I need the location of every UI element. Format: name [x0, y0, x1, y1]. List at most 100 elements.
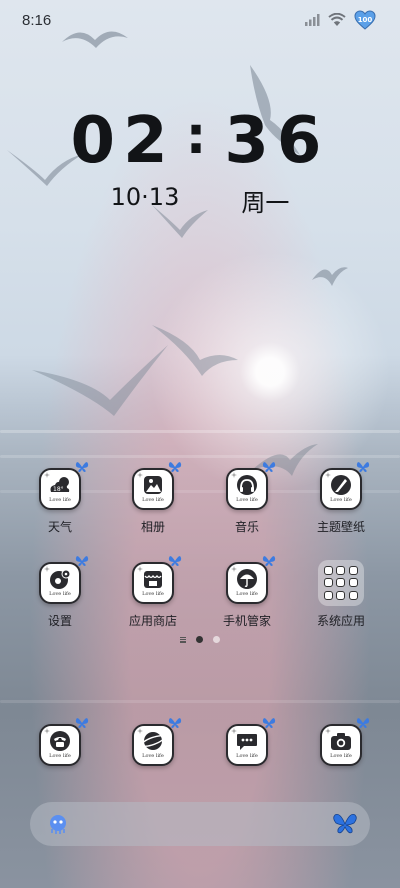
wifi-icon — [328, 13, 346, 26]
app-settings[interactable]: Love life 设置 — [22, 556, 98, 629]
wave — [0, 430, 400, 433]
folder-icon — [318, 560, 364, 606]
clock-minutes: 36 — [224, 104, 330, 178]
icon-caption: Love life — [49, 497, 71, 503]
butterfly-icon — [75, 718, 89, 728]
music-icon: Love life — [226, 462, 276, 510]
telephone-glyph — [50, 731, 70, 751]
signal-icon — [305, 14, 320, 26]
butterfly-icon — [262, 556, 276, 566]
weather-icon: 18° Love life — [39, 462, 89, 510]
butterfly-icon — [75, 462, 89, 472]
assistant-icon[interactable] — [46, 812, 70, 836]
settings-icon: Love life — [39, 556, 89, 604]
browser-icon: Love life — [132, 718, 182, 766]
app-music[interactable]: Love life 音乐 — [209, 462, 285, 535]
gallery-icon: Love life — [132, 462, 182, 510]
icon-caption: Love life — [236, 591, 258, 597]
clock-hours: 02 — [70, 104, 176, 178]
mini-app-icon — [336, 590, 346, 600]
menu-lines-icon — [180, 636, 186, 643]
page-dot[interactable] — [213, 636, 220, 643]
shop-glyph — [144, 571, 162, 588]
app-label: 相册 — [140, 520, 165, 534]
icon-caption: Love life — [142, 753, 164, 759]
mini-app-icon — [324, 578, 333, 588]
headphones-glyph — [237, 475, 257, 495]
status-icons: 100 — [304, 10, 376, 30]
lock-clock[interactable]: 02 : 36 — [0, 104, 400, 178]
butterfly-icon — [262, 462, 276, 472]
status-bar: 8:16 100 — [0, 0, 400, 40]
clock-separator: : — [185, 106, 215, 166]
seagull-decoration — [32, 345, 168, 416]
mini-app-icon — [324, 566, 333, 575]
icon-caption: Love life — [49, 753, 71, 759]
camera-glyph — [331, 733, 351, 750]
chat-glyph — [237, 734, 257, 750]
planet-glyph — [140, 732, 166, 750]
gear-glyph — [50, 569, 71, 589]
app-label: 音乐 — [234, 520, 259, 534]
app-label: 设置 — [47, 614, 72, 628]
brush-glyph — [331, 475, 351, 495]
messages-icon: Love life — [226, 718, 276, 766]
mini-app-icon — [336, 566, 346, 575]
app-label: 手机管家 — [222, 614, 271, 628]
dock-messages[interactable]: Love life — [209, 718, 285, 766]
app-phone-manager[interactable]: Love life 手机管家 — [209, 556, 285, 629]
app-store-icon: Love life — [132, 556, 182, 604]
date-row: 10·13 周一 — [0, 183, 400, 218]
phone-manager-icon: Love life — [226, 556, 276, 604]
icon-caption: Love life — [330, 497, 352, 503]
umbrella-glyph — [237, 569, 257, 589]
butterfly-icon — [356, 462, 370, 472]
butterfly-icon — [356, 718, 370, 728]
app-label: 应用商店 — [128, 614, 177, 628]
mini-app-icon — [324, 590, 333, 600]
butterfly-icon — [168, 718, 182, 728]
icon-caption: Love life — [330, 753, 352, 759]
app-label: 系统应用 — [316, 614, 365, 628]
camera-icon: Love life — [320, 718, 370, 766]
theme-icon: Love life — [320, 462, 370, 510]
mini-app-icon — [348, 590, 358, 600]
mini-app-icon — [348, 566, 358, 575]
page-indicator[interactable] — [0, 636, 400, 643]
butterfly-icon — [75, 556, 89, 566]
weather-icon-temp: 18° — [53, 486, 64, 493]
date-day: 10·13 — [110, 183, 180, 211]
app-label: 天气 — [47, 520, 72, 534]
search-bar[interactable] — [30, 802, 370, 846]
battery-level: 100 — [357, 16, 373, 24]
icon-caption: Love life — [236, 497, 258, 503]
mini-app-icon — [336, 578, 346, 588]
butterfly-icon — [168, 556, 182, 566]
app-theme[interactable]: Love life 主题壁纸 — [303, 462, 379, 535]
butterfly-icon — [168, 462, 182, 472]
seagull-decoration — [152, 325, 238, 376]
dock-camera[interactable]: Love life — [303, 718, 379, 766]
icon-caption: Love life — [236, 753, 258, 759]
app-weather[interactable]: 18° Love life 天气 — [22, 462, 98, 535]
wave — [0, 700, 400, 703]
phone-icon: Love life — [39, 718, 89, 766]
dock-browser[interactable]: Love life — [115, 718, 191, 766]
dock-phone[interactable]: Love life — [22, 718, 98, 766]
mini-app-icon — [348, 578, 358, 588]
icon-caption: Love life — [49, 591, 71, 597]
page-dot-active[interactable] — [196, 636, 203, 643]
wave — [0, 455, 400, 458]
app-store[interactable]: Love life 应用商店 — [115, 556, 191, 629]
butterfly-icon — [262, 718, 276, 728]
status-time: 8:16 — [22, 11, 52, 29]
date-weekday: 周一 — [241, 189, 290, 217]
battery-heart-icon: 100 — [354, 10, 376, 30]
icon-caption: Love life — [142, 497, 164, 503]
butterfly-icon[interactable] — [332, 813, 358, 835]
icon-caption: Love life — [142, 591, 164, 597]
mountain-glyph — [144, 476, 162, 494]
app-gallery[interactable]: Love life 相册 — [115, 462, 191, 535]
cloud-sun-glyph: 18° — [50, 477, 70, 493]
app-system-folder[interactable]: 系统应用 — [303, 560, 379, 629]
